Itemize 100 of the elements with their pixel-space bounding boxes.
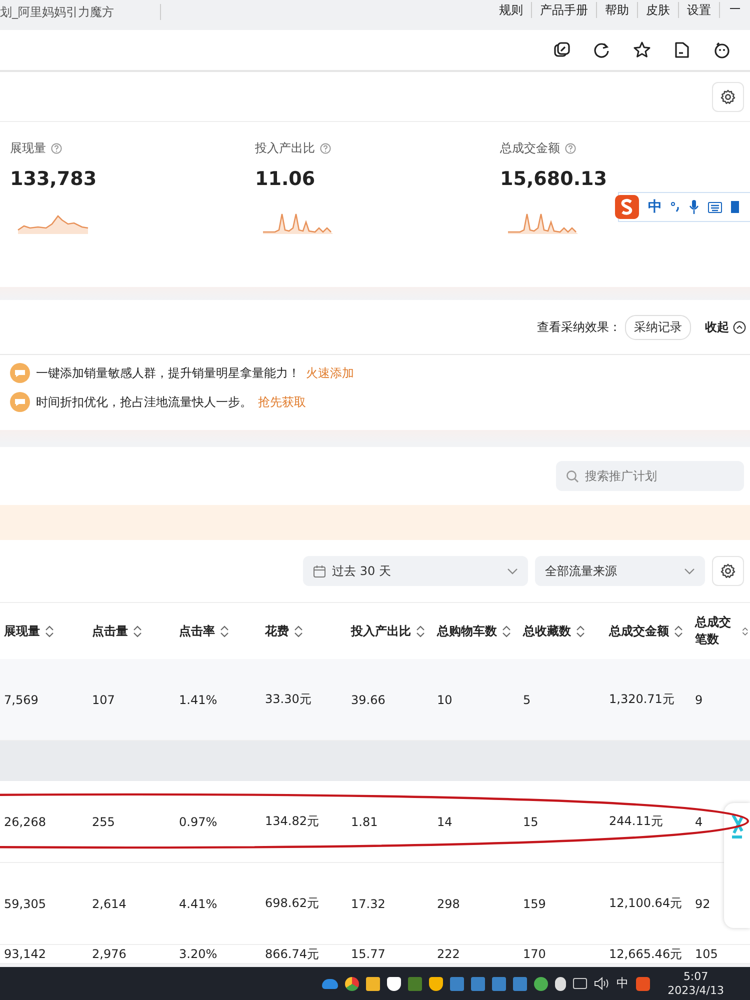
collapse-button[interactable]: 收起 [705,318,746,336]
table-cell-text: 0.97% [179,814,218,828]
graphics-icon[interactable] [408,976,422,990]
help-icon[interactable] [565,143,576,154]
suggestion-text: 时间折扣优化，抢占洼地流量快人一步。 [36,394,252,410]
table-cell-text: 107 [92,692,116,706]
table-cell-text: 4 [695,814,704,828]
table-settings-button[interactable] [712,556,744,586]
sort-icon[interactable] [742,624,748,638]
microphone-icon [689,200,699,214]
table-cell-text: 15 [523,814,540,828]
table-cell-text: 1,320.71元 [609,691,676,708]
browser-icon[interactable] [344,976,359,990]
sort-icon[interactable] [133,624,142,638]
column-header[interactable]: 展现量 [4,622,40,640]
column-header[interactable]: 投入产出比 [351,622,411,640]
column-header[interactable]: 花费 [265,622,289,640]
table-cell-text: 4.41% [179,896,218,910]
keyboard-icon [708,202,722,212]
table-cell-text: 134.82元 [265,813,320,830]
column-header[interactable]: 总购物车数 [437,622,497,640]
metric-value: 11.06 [255,168,316,190]
chat-icon[interactable] [534,976,548,990]
header-link[interactable]: 规则 [491,2,532,18]
table-cell-text: 1.81 [351,814,379,828]
sogou-icon[interactable] [636,976,650,990]
clock-time[interactable]: 5:07 [683,970,708,984]
sort-icon[interactable] [416,624,425,638]
star-icon[interactable] [633,41,651,59]
date-range-select[interactable]: 过去 30 天 [303,556,528,586]
column-header[interactable]: 总成交金额 [609,622,669,640]
header-link[interactable]: 皮肤 [638,2,679,18]
settings-button[interactable] [712,82,744,112]
column-header[interactable]: 点击率 [179,622,215,640]
effect-label: 查看采纳效果： [537,318,621,336]
table-cell-text: 92 [695,896,712,910]
metric-value: 15,680.13 [500,168,608,190]
table-cell-text: 255 [92,814,116,828]
network-icon[interactable] [572,978,587,989]
table-cell-text: 93,142 [4,947,47,961]
table-cell-text: 12,665.46元 [609,946,684,962]
mouse-icon[interactable] [554,976,566,990]
table-cell-text: 159 [523,896,547,910]
shield-icon[interactable] [428,976,443,990]
table-cell-text: 866.74元 [265,946,320,962]
search-field[interactable]: 搜索推广计划 [556,461,744,491]
table-cell-text: 59,305 [4,896,47,910]
app-icon[interactable] [512,976,527,990]
table-cell-text: 10 [437,692,454,706]
table-cell-text: 17.32 [351,896,386,910]
clock-date[interactable]: 2023/4/13 [668,984,724,998]
header-link[interactable]: 帮助 [597,2,638,18]
customer-service-widget[interactable] [724,803,750,928]
table-cell-text: 12,100.64元 [609,895,684,912]
table-cell-text: 698.62元 [265,895,320,912]
suggestion-text: 一键添加销量敏感人群，提升销量明星拿量能力！ [36,364,300,382]
column-header[interactable]: 总收藏数 [523,622,571,640]
app-icon[interactable] [470,976,485,990]
help-icon[interactable] [320,143,331,154]
table-cell-text: 1.41% [179,692,218,706]
folder-icon[interactable] [673,41,691,59]
column-header[interactable]: 点击量 [92,622,128,640]
sort-icon[interactable] [220,624,229,638]
search-icon [566,470,579,483]
record-button[interactable]: 采纳记录 [625,314,691,340]
gear-icon [720,88,736,104]
input-mode-indicator[interactable]: 中 [616,975,629,992]
table-cell-text: 15.77 [351,947,386,961]
app-icon[interactable] [492,976,506,990]
help-icon[interactable] [51,143,62,154]
gear-icon [720,563,736,579]
traffic-source-select[interactable]: 全部流量来源 [535,556,705,586]
cloud-icon[interactable] [322,978,338,988]
chat-bubble-icon [10,392,30,412]
volume-icon[interactable] [594,977,610,990]
sort-icon[interactable] [576,624,585,638]
header-link[interactable]: 设置 [679,2,720,18]
header-link[interactable]: 产品手册 [532,2,597,18]
table-cell-text: 33.30元 [265,691,312,708]
page-title: 划_阿里妈妈引力魔方 [0,4,161,20]
sort-icon[interactable] [674,624,683,638]
refresh-icon[interactable] [593,41,611,59]
skin-icon [731,201,739,213]
column-header[interactable]: 总成交笔数 [695,614,737,648]
smiley-icon[interactable] [713,41,731,59]
sort-icon[interactable] [294,624,303,638]
metric-label: 投入产出比 [255,140,315,157]
link-icon[interactable] [553,41,571,59]
app-icon[interactable] [450,976,464,990]
sort-icon[interactable] [45,624,54,638]
window-icon[interactable] [366,976,380,990]
table-cell-text: 39.66 [351,692,386,706]
chevron-down-icon [684,568,695,574]
table-cell-text: 3.20% [179,947,218,961]
sort-icon[interactable] [502,624,511,638]
shield-icon[interactable] [386,976,401,990]
metric-label: 展现量 [10,140,46,157]
table-cell-text: 244.11元 [609,813,664,830]
ime-toolbar[interactable]: 中 [618,192,750,222]
table-cell-text: 105 [695,947,719,961]
